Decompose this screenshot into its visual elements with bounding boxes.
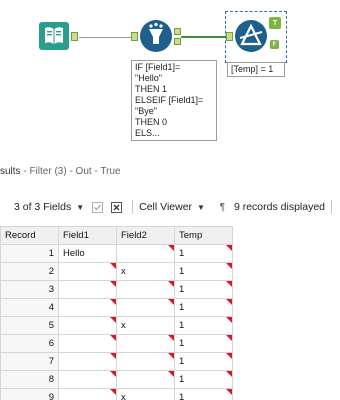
column-header[interactable]: Record bbox=[0, 226, 59, 245]
workflow-canvas[interactable]: T F IF [Field1]= "Hello" THEN 1 ELSEIF [… bbox=[0, 0, 340, 158]
formula-icon bbox=[235, 20, 267, 52]
filter-true-anchor[interactable] bbox=[174, 28, 181, 35]
field1-cell[interactable] bbox=[58, 370, 117, 389]
results-toolbar: 3 of 3 Fields ▼ Cell Viewer ▼ ¶ 9 record… bbox=[0, 194, 340, 220]
field2-cell[interactable] bbox=[116, 244, 175, 263]
results-title-label: sults bbox=[0, 166, 21, 177]
table-row[interactable]: 81 bbox=[0, 370, 233, 389]
filter-flask-icon bbox=[140, 20, 172, 52]
field2-cell[interactable] bbox=[116, 280, 175, 299]
field2-cell[interactable] bbox=[116, 298, 175, 317]
field1-cell[interactable] bbox=[58, 298, 117, 317]
column-header[interactable]: Field1 bbox=[58, 226, 117, 245]
input-data-tool[interactable] bbox=[38, 20, 70, 52]
annotation-line: "Hello" bbox=[135, 73, 162, 83]
filter-false-anchor[interactable] bbox=[174, 38, 181, 45]
record-cell[interactable]: 8 bbox=[0, 370, 59, 389]
temp-cell[interactable]: 1 bbox=[174, 316, 233, 335]
column-header[interactable]: Field2 bbox=[116, 226, 175, 245]
toolbar-divider bbox=[132, 200, 134, 214]
field2-cell[interactable] bbox=[116, 370, 175, 389]
annotation-line: ELS... bbox=[135, 128, 160, 138]
field2-cell[interactable]: x bbox=[116, 316, 175, 335]
column-header[interactable]: Temp bbox=[174, 226, 233, 245]
table-row[interactable]: 31 bbox=[0, 280, 233, 299]
dropdown-caret-icon: ▼ bbox=[197, 202, 205, 212]
temp-cell[interactable]: 1 bbox=[174, 370, 233, 389]
field1-cell[interactable] bbox=[58, 316, 117, 335]
filter-input-anchor[interactable] bbox=[131, 32, 138, 41]
formula-tool[interactable] bbox=[234, 19, 268, 53]
temp-cell[interactable]: 1 bbox=[174, 244, 233, 263]
connection-line[interactable] bbox=[79, 37, 131, 38]
grid-header-row: Record Field1 Field2 Temp bbox=[0, 226, 233, 245]
app-root: T F IF [Field1]= "Hello" THEN 1 ELSEIF [… bbox=[0, 0, 340, 400]
dropdown-caret-icon: ▼ bbox=[76, 202, 85, 212]
table-row[interactable]: 41 bbox=[0, 298, 233, 317]
cell-viewer-label: Cell Viewer bbox=[139, 201, 193, 213]
table-row[interactable]: 9 x1 bbox=[0, 388, 233, 400]
record-cell[interactable]: 2 bbox=[0, 262, 59, 281]
records-count: 9 records displayed bbox=[233, 201, 326, 213]
checkmark-icon[interactable] bbox=[92, 201, 104, 213]
annotation-line: IF [Field1]= bbox=[135, 62, 181, 72]
book-icon bbox=[39, 22, 69, 50]
filter-tool[interactable] bbox=[139, 19, 173, 53]
record-cell[interactable]: 6 bbox=[0, 334, 59, 353]
field1-cell[interactable] bbox=[58, 280, 117, 299]
record-cell[interactable]: 1 bbox=[0, 244, 59, 263]
annotation-line: THEN 1 bbox=[135, 84, 168, 94]
field1-cell[interactable] bbox=[58, 334, 117, 353]
grid-body: 1 Hello 1 2 x 1 3 1 4 1 5 x 1 6 1 7 1 8 1 9 x 1 bbox=[0, 244, 233, 400]
results-grid[interactable]: Record Field1 Field2 Temp 1 Hello 1 2 x 1 3 1 4 1… bbox=[0, 226, 233, 400]
results-title: sults - Filter (3) - Out - True bbox=[0, 166, 340, 180]
table-row[interactable]: 71 bbox=[0, 352, 233, 371]
field2-cell[interactable] bbox=[116, 352, 175, 371]
connection-line-true[interactable] bbox=[181, 36, 226, 38]
table-row[interactable]: 1 Hello 1 bbox=[0, 244, 233, 263]
results-title-detail: - Filter (3) - Out - True bbox=[20, 166, 121, 177]
temp-cell[interactable]: 1 bbox=[174, 298, 233, 317]
field1-cell[interactable]: Hello bbox=[58, 244, 117, 263]
field1-cell[interactable] bbox=[58, 262, 117, 281]
table-row[interactable]: 5 x1 bbox=[0, 316, 233, 335]
temp-cell[interactable]: 1 bbox=[174, 280, 233, 299]
table-row[interactable]: 61 bbox=[0, 334, 233, 353]
true-output-anchor[interactable]: T bbox=[269, 17, 281, 29]
field2-cell[interactable]: x bbox=[116, 262, 175, 281]
formula-annotation[interactable]: [Temp] = 1 bbox=[227, 62, 285, 77]
field2-cell[interactable] bbox=[116, 334, 175, 353]
record-cell[interactable]: 3 bbox=[0, 280, 59, 299]
pilcrow-icon[interactable]: ¶ bbox=[217, 202, 228, 213]
temp-cell[interactable]: 1 bbox=[174, 352, 233, 371]
toolbar-divider bbox=[331, 200, 333, 214]
field1-cell[interactable] bbox=[58, 352, 117, 371]
annotation-line: ELSEIF [Field1]= bbox=[135, 95, 204, 105]
formula-input-anchor[interactable] bbox=[226, 32, 233, 41]
formula-annotation-text: [Temp] = 1 bbox=[231, 64, 274, 74]
temp-cell[interactable]: 1 bbox=[174, 334, 233, 353]
field2-cell[interactable]: x bbox=[116, 388, 175, 400]
filter-annotation[interactable]: IF [Field1]= "Hello" THEN 1 ELSEIF [Fiel… bbox=[131, 60, 217, 141]
temp-cell[interactable]: 1 bbox=[174, 262, 233, 281]
input-output-anchor[interactable] bbox=[71, 32, 78, 41]
field1-cell[interactable] bbox=[58, 388, 117, 400]
fields-dropdown-label: 3 of 3 Fields bbox=[14, 201, 72, 213]
record-cell[interactable]: 4 bbox=[0, 298, 59, 317]
annotation-line: "Bye" bbox=[135, 106, 157, 116]
false-output-anchor[interactable]: F bbox=[270, 40, 279, 49]
cell-viewer-dropdown[interactable]: Cell Viewer ▼ bbox=[139, 201, 205, 213]
table-row[interactable]: 2 x1 bbox=[0, 262, 233, 281]
temp-cell[interactable]: 1 bbox=[174, 388, 233, 400]
annotation-line: THEN 0 bbox=[135, 117, 168, 127]
record-cell[interactable]: 9 bbox=[0, 388, 59, 400]
fields-dropdown[interactable]: 3 of 3 Fields ▼ bbox=[14, 201, 84, 213]
clear-x-icon[interactable] bbox=[111, 201, 123, 213]
record-cell[interactable]: 7 bbox=[0, 352, 59, 371]
record-cell[interactable]: 5 bbox=[0, 316, 59, 335]
